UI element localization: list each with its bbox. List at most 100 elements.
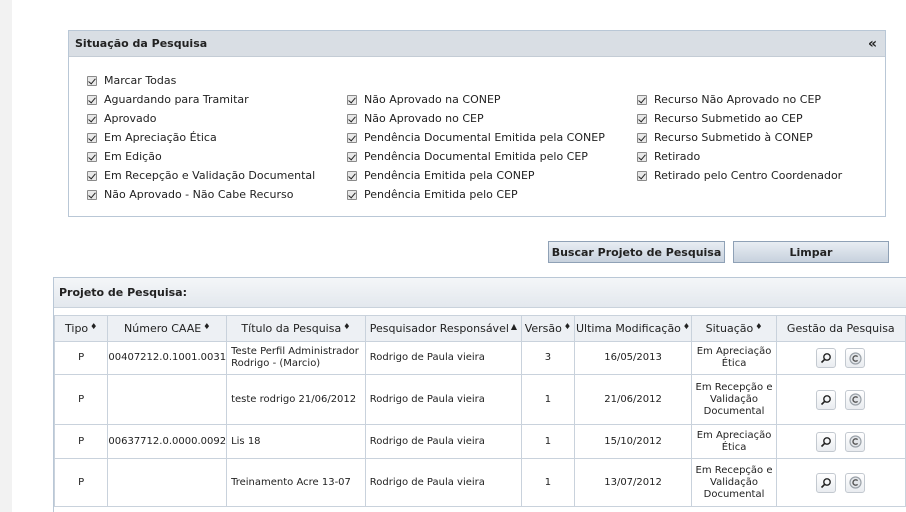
cell-tipo: P	[54, 341, 109, 375]
cell-versao: 1	[521, 374, 575, 425]
sort-icon[interactable]: ♦	[203, 322, 210, 331]
view-details-button[interactable]	[816, 431, 837, 452]
cell-situacao: Em Apreciação Ética	[691, 424, 777, 459]
manage-button[interactable]	[845, 348, 866, 368]
sort-icon[interactable]: ♦	[755, 322, 762, 331]
cell-gestao	[775, 341, 906, 375]
checkbox-nao-aprovado-cep[interactable]: Não Aprovado no CEP	[347, 112, 484, 125]
status-filter-header: Situação da Pesquisa «	[69, 31, 885, 57]
checkbox-icon[interactable]	[87, 113, 97, 124]
cell-titulo: teste rodrigo 21/06/2012	[226, 374, 366, 425]
cell-caae: 00637712.0.0000.0092	[107, 424, 228, 459]
checkbox-icon[interactable]	[347, 132, 357, 143]
checkbox-icon[interactable]	[87, 75, 97, 86]
checkbox-retirado-centro-coordenador[interactable]: Retirado pelo Centro Coordenador	[637, 169, 842, 182]
c-circle-icon	[849, 393, 862, 406]
table-header-row: Tipo ♦ Número CAAE ♦ Título da Pesquisa ♦ P…	[54, 315, 906, 342]
column-header-tipo[interactable]: Tipo ♦	[54, 315, 109, 342]
cell-modificacao: 13/07/2012	[573, 458, 693, 507]
manage-button[interactable]	[845, 431, 866, 452]
cell-tipo: P	[54, 424, 109, 459]
magnifier-icon	[821, 477, 832, 488]
checkbox-icon[interactable]	[347, 189, 357, 200]
checkbox-icon[interactable]	[347, 94, 357, 105]
checkbox-em-apreciacao-etica[interactable]: Em Apreciação Ética	[87, 131, 217, 144]
checkbox-icon[interactable]	[87, 132, 97, 143]
checkbox-icon[interactable]	[637, 170, 647, 181]
checkbox-icon[interactable]	[87, 170, 97, 181]
sort-icon[interactable]: ♦	[343, 322, 350, 331]
checkbox-icon[interactable]	[637, 132, 647, 143]
checkbox-recurso-submetido-conep[interactable]: Recurso Submetido à CONEP	[637, 131, 813, 144]
status-filter-title: Situação da Pesquisa	[75, 37, 208, 50]
sort-icon[interactable]: ♦	[564, 322, 571, 331]
checkbox-pendencia-conep[interactable]: Pendência Emitida pela CONEP	[347, 169, 535, 182]
cell-modificacao: 21/06/2012	[573, 374, 693, 425]
clear-button[interactable]: Limpar	[733, 241, 889, 263]
sort-ascending-icon[interactable]: ▲	[511, 322, 517, 331]
magnifier-icon	[821, 353, 832, 364]
checkbox-icon[interactable]	[637, 94, 647, 105]
view-details-button[interactable]	[816, 389, 837, 410]
cell-titulo: Treinamento Acre 13-07	[226, 458, 366, 507]
status-filter-panel: Situação da Pesquisa « Marcar Todas Agua…	[68, 30, 886, 217]
cell-gestao	[775, 374, 906, 425]
checkbox-nao-aprovado-nao-cabe-recurso[interactable]: Não Aprovado - Não Cabe Recurso	[87, 188, 293, 201]
checkbox-pendencia-documental-conep[interactable]: Pendência Documental Emitida pela CONEP	[347, 131, 605, 144]
cell-titulo: Teste Perfil Administrador Rodrigo - (Ma…	[226, 341, 366, 375]
checkbox-em-recepcao-validacao[interactable]: Em Recepção e Validação Documental	[87, 169, 315, 182]
checkbox-icon[interactable]	[347, 170, 357, 181]
table-row: P 00407212.0.1001.0031 Teste Perfil Admi…	[54, 341, 906, 375]
view-details-button[interactable]	[816, 348, 837, 368]
cell-caae: 00407212.0.1001.0031	[107, 341, 228, 375]
checkbox-pendencia-cep[interactable]: Pendência Emitida pelo CEP	[347, 188, 518, 201]
checkbox-em-edicao[interactable]: Em Edição	[87, 150, 162, 163]
table-row: P Treinamento Acre 13-07 Rodrigo de Paul…	[54, 458, 906, 507]
checkbox-icon[interactable]	[87, 189, 97, 200]
cell-pesquisador: Rodrigo de Paula vieira	[364, 458, 523, 507]
checkbox-pendencia-documental-cep[interactable]: Pendência Documental Emitida pelo CEP	[347, 150, 588, 163]
checkbox-nao-aprovado-conep[interactable]: Não Aprovado na CONEP	[347, 93, 501, 106]
column-header-pesquisador[interactable]: Pesquisador Responsável ▲	[364, 315, 523, 342]
view-details-button[interactable]	[816, 472, 837, 493]
checkbox-recurso-nao-aprovado-cep[interactable]: Recurso Não Aprovado no CEP	[637, 93, 821, 106]
manage-button[interactable]	[845, 389, 866, 410]
column-header-situacao[interactable]: Situação ♦	[691, 315, 777, 342]
manage-button[interactable]	[845, 472, 866, 493]
c-circle-icon	[849, 435, 862, 448]
cell-versao: 1	[521, 458, 575, 507]
column-header-titulo[interactable]: Título da Pesquisa ♦	[226, 315, 366, 342]
left-gutter	[0, 0, 12, 512]
sort-icon[interactable]: ♦	[683, 322, 690, 331]
magnifier-icon	[821, 394, 832, 405]
cell-modificacao: 15/10/2012	[573, 424, 693, 459]
magnifier-icon	[821, 436, 832, 447]
cell-pesquisador: Rodrigo de Paula vieira	[364, 424, 523, 459]
column-header-modificacao[interactable]: Ultima Modificação ♦	[573, 315, 693, 342]
cell-caae	[107, 374, 228, 425]
cell-tipo: P	[54, 374, 109, 425]
checkbox-aguardando-tramitar[interactable]: Aguardando para Tramitar	[87, 93, 249, 106]
checkbox-icon[interactable]	[637, 113, 647, 124]
checkbox-icon[interactable]	[637, 151, 647, 162]
column-header-caae[interactable]: Número CAAE ♦	[107, 315, 228, 342]
table-row: P 00637712.0.0000.0092 Lis 18 Rodrigo de…	[54, 424, 906, 459]
table-row: P teste rodrigo 21/06/2012 Rodrigo de Pa…	[54, 374, 906, 425]
cell-situacao: Em Recepção e Validação Documental	[691, 374, 777, 425]
checkbox-icon[interactable]	[347, 113, 357, 124]
cell-gestao	[775, 458, 906, 507]
column-header-versao[interactable]: Versão ♦	[521, 315, 575, 342]
checkbox-icon[interactable]	[87, 94, 97, 105]
checkbox-icon[interactable]	[87, 151, 97, 162]
sort-icon[interactable]: ♦	[90, 322, 97, 331]
collapse-icon[interactable]: «	[868, 36, 877, 52]
cell-pesquisador: Rodrigo de Paula vieira	[364, 341, 523, 375]
checkbox-aprovado[interactable]: Aprovado	[87, 112, 156, 125]
checkbox-marcar-todas[interactable]: Marcar Todas	[87, 74, 176, 87]
checkbox-recurso-submetido-cep[interactable]: Recurso Submetido ao CEP	[637, 112, 803, 125]
checkbox-icon[interactable]	[347, 151, 357, 162]
checkbox-retirado[interactable]: Retirado	[637, 150, 700, 163]
search-projects-button[interactable]: Buscar Projeto de Pesquisa	[548, 241, 725, 263]
projects-panel: Projeto de Pesquisa: Tipo ♦ Número CAAE ♦ …	[53, 277, 906, 512]
cell-situacao: Em Recepção e Validação Documental	[691, 458, 777, 507]
